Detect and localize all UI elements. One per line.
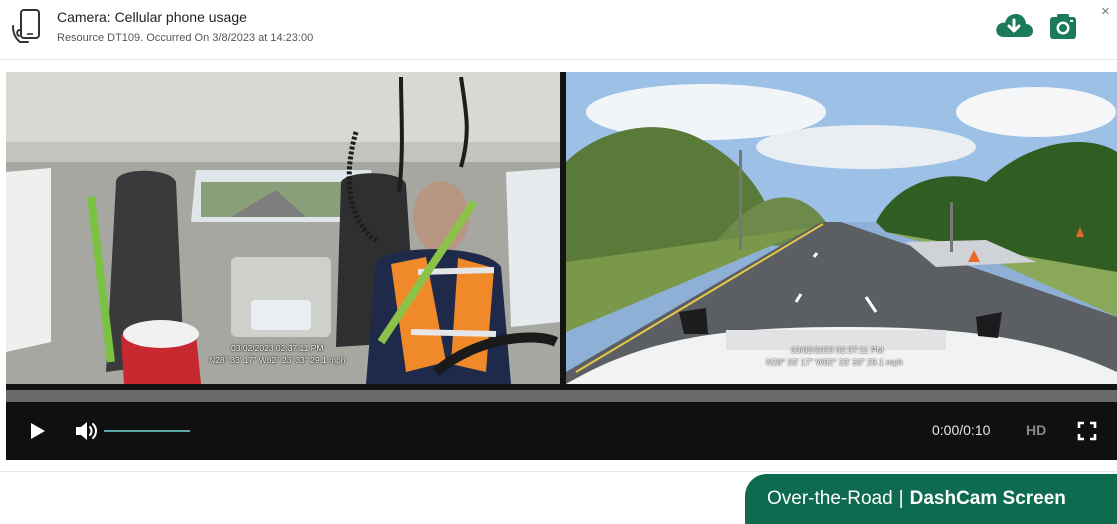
volume-button[interactable] <box>74 419 100 443</box>
close-button[interactable]: × <box>1101 4 1110 19</box>
cab-camera-view: 03/02/2023 02:37:11 PM N28° 33' 17" W82°… <box>6 72 560 384</box>
camera-icon <box>1050 14 1076 39</box>
product-banner: Over-the-Road | DashCam Screen <box>745 474 1117 524</box>
cab-overlay-gps: N28° 33' 17" W82° 23' 33" 29.1 mph <box>209 355 346 365</box>
quality-toggle[interactable]: HD <box>1026 422 1046 438</box>
time-readout: 0:00/0:10 <box>932 422 991 438</box>
header: Camera: Cellular phone usage Resource DT… <box>0 0 1117 60</box>
snapshot-button[interactable] <box>1048 11 1078 41</box>
road-camera-frame <box>566 72 1117 384</box>
cab-camera-frame <box>6 72 560 384</box>
video-player[interactable]: 03/02/2023 02:37:11 PM N28° 33' 17" W82°… <box>6 72 1117 460</box>
player-controls: 0:00/0:10 HD <box>6 402 1117 460</box>
footer-divider <box>0 471 1117 472</box>
volume-icon <box>76 422 97 440</box>
banner-text-part1: Over-the-Road <box>767 488 893 509</box>
progress-bar[interactable] <box>6 390 1117 402</box>
volume-slider[interactable] <box>104 430 190 432</box>
banner-text-part2: DashCam Screen <box>909 488 1066 509</box>
cloud-download-icon <box>996 14 1033 37</box>
road-camera-view: 03/02/2023 02:37:11 PM N28° 33' 17" W82°… <box>566 72 1117 384</box>
fullscreen-icon <box>1077 421 1097 441</box>
play-icon <box>31 423 45 439</box>
download-button[interactable] <box>994 10 1034 42</box>
play-button[interactable] <box>28 422 46 440</box>
cab-overlay-timestamp: 03/02/2023 02:37:11 PM <box>231 343 324 353</box>
fullscreen-button[interactable] <box>1076 420 1098 442</box>
banner-separator: | <box>898 488 904 509</box>
road-overlay-timestamp: 03/02/2023 02:37:11 PM <box>791 345 884 355</box>
road-overlay-gps: N28° 33' 17" W82° 23' 33" 29.1 mph <box>766 357 903 367</box>
phone-in-hand-icon <box>12 9 40 43</box>
event-subtitle: Resource DT109. Occurred On 3/8/2023 at … <box>57 32 314 44</box>
page-title: Camera: Cellular phone usage <box>57 9 247 25</box>
